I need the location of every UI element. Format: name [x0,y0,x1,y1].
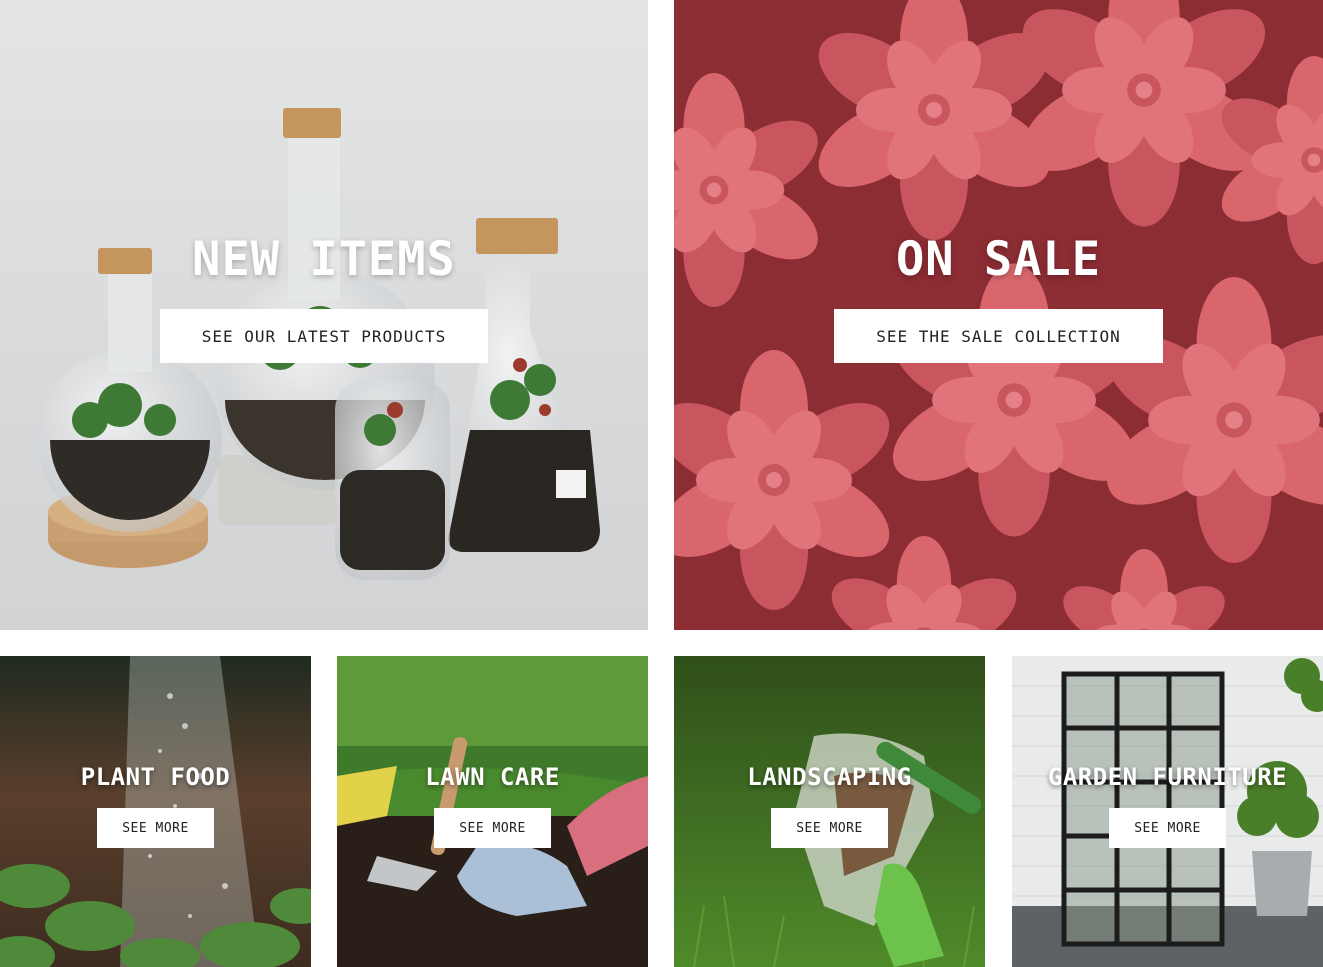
see-latest-products-button[interactable]: SEE OUR LATEST PRODUCTS [159,309,489,363]
category-tile-plant-food[interactable]: PLANT FOOD SEE MORE [0,656,311,967]
category-tile-landscaping[interactable]: LANDSCAPING SEE MORE [674,656,985,967]
on-sale-banner[interactable]: ON SALE SEE THE SALE COLLECTION [674,0,1323,630]
on-sale-title: ON SALE [895,232,1102,287]
category-tile-lawn-care[interactable]: LAWN CARE SEE MORE [337,656,648,967]
plant-food-title: PLANT FOOD [80,763,231,791]
lawn-care-title: LAWN CARE [425,763,560,791]
garden-furniture-see-more-button[interactable]: SEE MORE [1109,808,1226,848]
landscaping-title: LANDSCAPING [747,763,912,791]
new-items-title: NEW ITEMS [192,232,456,287]
see-sale-collection-button[interactable]: SEE THE SALE COLLECTION [834,309,1163,363]
plant-food-see-more-button[interactable]: SEE MORE [97,808,214,848]
garden-furniture-title: GARDEN FURNITURE [1047,763,1288,791]
landscaping-see-more-button[interactable]: SEE MORE [771,808,888,848]
lawn-care-see-more-button[interactable]: SEE MORE [434,808,551,848]
new-items-banner[interactable]: NEW ITEMS SEE OUR LATEST PRODUCTS [0,0,648,630]
category-tile-garden-furniture[interactable]: GARDEN FURNITURE SEE MORE [1012,656,1323,967]
